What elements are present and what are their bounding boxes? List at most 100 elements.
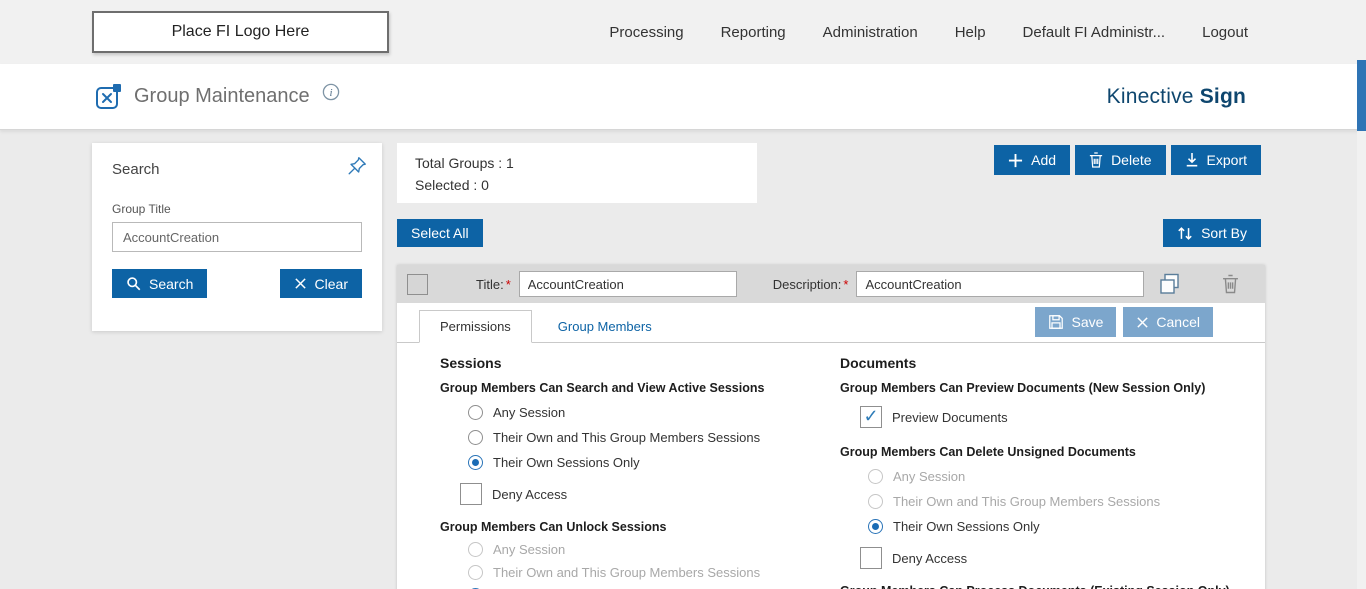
sort-by-label: Sort By <box>1201 225 1247 241</box>
documents-heading: Documents <box>840 355 1265 371</box>
scrollbar-track[interactable] <box>1357 0 1366 589</box>
title-label-text: Title: <box>476 277 504 292</box>
radio-option[interactable]: Their Own Sessions Only <box>868 518 1265 534</box>
save-button[interactable]: Save <box>1035 307 1116 337</box>
group-title-search-input[interactable] <box>112 222 362 252</box>
scrollbar-thumb[interactable] <box>1357 60 1366 131</box>
export-button[interactable]: Export <box>1171 145 1261 175</box>
add-button[interactable]: Add <box>994 145 1070 175</box>
description-required-mark: * <box>843 277 848 292</box>
cancel-button[interactable]: Cancel <box>1123 307 1213 337</box>
total-groups-count: Total Groups : 1 <box>415 152 739 174</box>
title-label: Title:* <box>476 277 511 292</box>
info-icon[interactable]: i <box>322 83 340 101</box>
radio-label: Any Session <box>493 542 565 557</box>
radio-label: Their Own Sessions Only <box>893 519 1040 534</box>
radio-icon[interactable] <box>468 455 483 470</box>
radio-label: Their Own Sessions Only <box>493 455 640 470</box>
radio-option[interactable]: Any Session <box>868 468 1265 484</box>
summary-box: Total Groups : 1 Selected : 0 <box>397 143 757 203</box>
checkbox-label: Deny Access <box>492 487 567 502</box>
group-description-input[interactable] <box>856 271 1144 297</box>
radio-option[interactable]: Their Own and This Group Members Session… <box>468 564 840 580</box>
search-icon <box>126 276 141 291</box>
save-button-label: Save <box>1071 314 1103 330</box>
radio-label: Their Own and This Group Members Session… <box>893 494 1160 509</box>
screen: Place FI Logo Here Processing Reporting … <box>0 0 1366 589</box>
tab-actions: Save Cancel <box>1035 307 1213 337</box>
radio-icon[interactable] <box>468 405 483 420</box>
checkbox-option[interactable]: Deny Access <box>460 482 840 506</box>
documents-column: Documents Group Members Can Preview Docu… <box>840 355 1265 589</box>
radio-label: Any Session <box>493 405 565 420</box>
nav-logout[interactable]: Logout <box>1202 24 1248 41</box>
checkbox-option[interactable]: Deny Access <box>860 546 1265 570</box>
sessions-heading: Sessions <box>440 355 840 371</box>
radio-icon[interactable] <box>868 469 883 484</box>
title-required-mark: * <box>506 277 511 292</box>
top-bar: Place FI Logo Here Processing Reporting … <box>0 0 1366 64</box>
top-nav: Processing Reporting Administration Help… <box>609 24 1248 41</box>
radio-option[interactable]: Their Own and This Group Members Session… <box>468 429 840 445</box>
radio-option[interactable]: Any Session <box>468 404 840 420</box>
page-title: Group Maintenance <box>134 85 310 108</box>
sessions-column: Sessions Group Members Can Search and Vi… <box>440 355 840 589</box>
description-label: Description:* <box>773 277 849 292</box>
toolbar: Add Delete Export <box>994 145 1261 175</box>
radio-option[interactable]: Their Own and This Group Members Session… <box>868 493 1265 509</box>
pin-icon[interactable] <box>346 155 368 182</box>
brand-name: Kinective <box>1107 85 1194 108</box>
checkbox-option[interactable]: Preview Documents <box>860 405 1265 429</box>
permission-group-label: Group Members Can Process Documents (Exi… <box>840 584 1265 589</box>
radio-label: Their Own and This Group Members Session… <box>493 565 760 580</box>
search-panel: Search Group Title Search Clear <box>92 143 382 331</box>
radio-icon[interactable] <box>468 430 483 445</box>
delete-button-label: Delete <box>1111 152 1151 168</box>
permissions-panel: Sessions Group Members Can Search and Vi… <box>397 343 1265 589</box>
search-button-label: Search <box>149 276 193 292</box>
clear-button-label: Clear <box>315 276 348 292</box>
clear-button[interactable]: Clear <box>280 269 362 298</box>
radio-icon[interactable] <box>468 542 483 557</box>
radio-icon[interactable] <box>868 494 883 509</box>
save-icon <box>1048 314 1064 330</box>
nav-current-user[interactable]: Default FI Administr... <box>1023 24 1166 41</box>
sort-by-button[interactable]: Sort By <box>1163 219 1261 247</box>
nav-administration[interactable]: Administration <box>823 24 918 41</box>
tab-permissions[interactable]: Permissions <box>419 310 532 343</box>
checkbox-icon[interactable] <box>460 483 482 505</box>
select-all-label: Select All <box>411 225 469 241</box>
permission-group-label: Group Members Can Unlock Sessions <box>440 520 840 534</box>
search-panel-title: Search <box>112 161 362 178</box>
nav-processing[interactable]: Processing <box>609 24 683 41</box>
delete-button[interactable]: Delete <box>1075 145 1165 175</box>
radio-option[interactable]: Any Session <box>468 541 840 557</box>
tab-group-members[interactable]: Group Members <box>532 311 678 342</box>
copy-icon[interactable] <box>1158 272 1182 296</box>
download-icon <box>1185 152 1199 168</box>
nav-help[interactable]: Help <box>955 24 986 41</box>
row-trash-icon[interactable] <box>1222 274 1239 294</box>
select-all-button[interactable]: Select All <box>397 219 483 247</box>
sort-icon <box>1177 226 1193 241</box>
checkbox-icon[interactable] <box>860 547 882 569</box>
checkbox-icon[interactable] <box>860 406 882 428</box>
radio-icon[interactable] <box>868 519 883 534</box>
cancel-icon <box>1136 316 1149 329</box>
plus-icon <box>1008 153 1023 168</box>
group-select-checkbox[interactable] <box>407 274 428 295</box>
search-button[interactable]: Search <box>112 269 207 298</box>
radio-icon[interactable] <box>468 565 483 580</box>
nav-reporting[interactable]: Reporting <box>721 24 786 41</box>
group-title-label: Group Title <box>112 202 362 216</box>
export-button-label: Export <box>1207 152 1247 168</box>
radio-option[interactable]: Their Own Sessions Only <box>468 454 840 470</box>
permission-group-label: Group Members Can Search and View Active… <box>440 381 840 395</box>
permission-group-label: Group Members Can Preview Documents (New… <box>840 381 1265 395</box>
group-card: Title:* Description:* Permissions Group … <box>397 265 1265 589</box>
trash-icon <box>1089 152 1103 168</box>
checkbox-label: Preview Documents <box>892 410 1008 425</box>
brand-logo: Kinective Sign <box>1107 85 1246 109</box>
add-button-label: Add <box>1031 152 1056 168</box>
group-title-input[interactable] <box>519 271 737 297</box>
